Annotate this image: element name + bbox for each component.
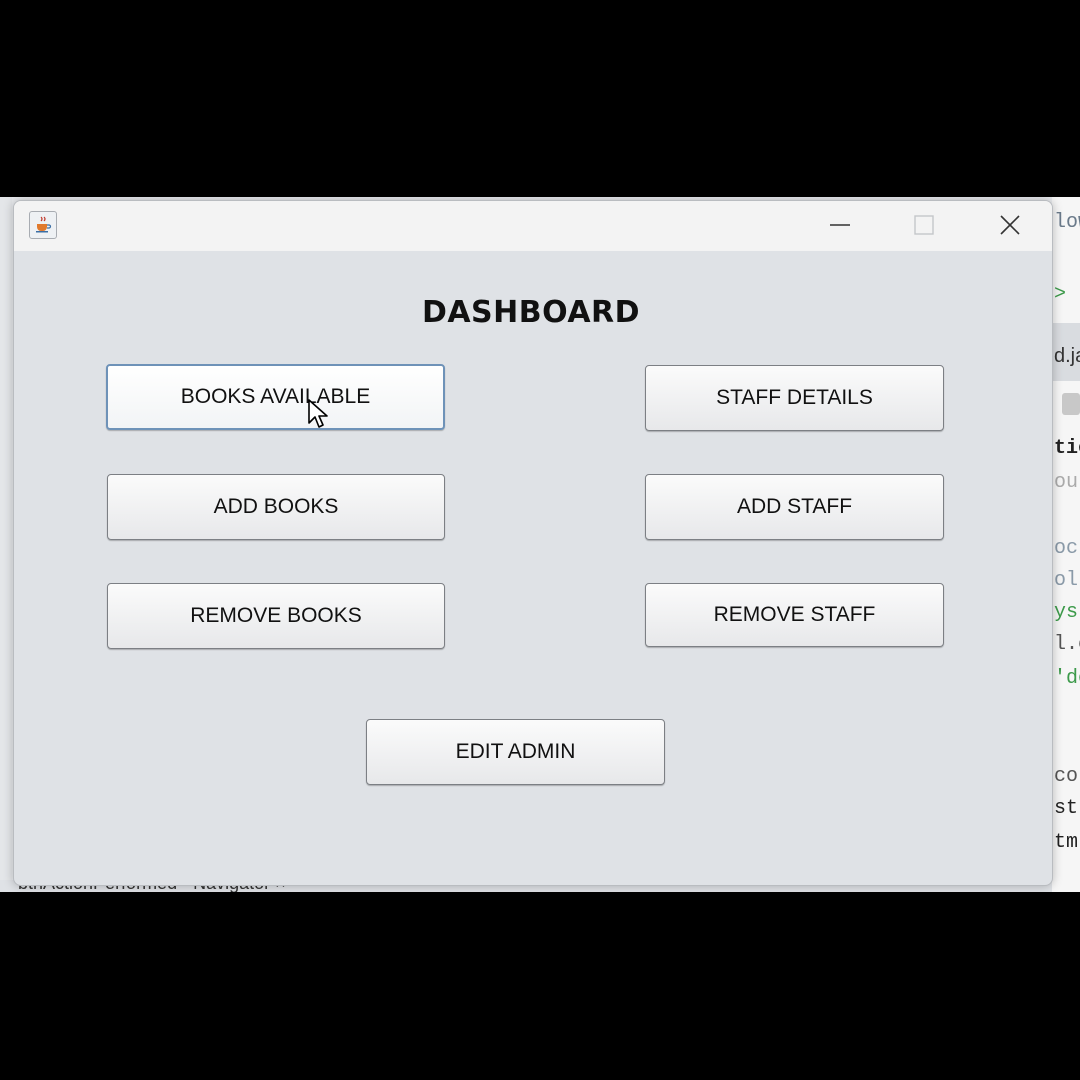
ide-text: 'de (1054, 667, 1080, 690)
ide-toolbar-icon (1062, 393, 1080, 415)
ide-text: tic (1054, 437, 1080, 460)
ide-text: low (1054, 211, 1080, 234)
dashboard-window: DASHBOARD BOOKS AVAILABLE STAFF DETAILS … (13, 200, 1053, 886)
close-button[interactable] (974, 201, 1046, 249)
ide-tab-label: d.ja (1054, 345, 1080, 367)
books-available-button[interactable]: BOOKS AVAILABLE (106, 364, 445, 430)
background-app-edge (0, 197, 12, 892)
ide-text: co (1054, 765, 1079, 788)
remove-staff-button[interactable]: REMOVE STAFF (645, 583, 944, 647)
minimize-button[interactable] (804, 201, 876, 249)
maximize-button[interactable] (888, 201, 960, 249)
maximize-icon (914, 215, 934, 235)
edit-admin-button[interactable]: EDIT ADMIN (366, 719, 665, 785)
page-title: DASHBOARD (421, 295, 641, 330)
title-bar[interactable] (14, 201, 1052, 251)
ide-text: oc (1054, 537, 1079, 560)
ide-text: ou (1054, 471, 1079, 494)
add-staff-button[interactable]: ADD STAFF (645, 474, 944, 540)
ide-text: str (1054, 797, 1080, 820)
ide-text: ys (1054, 601, 1079, 624)
java-cup-icon (29, 211, 57, 239)
ide-text: > (1054, 283, 1067, 306)
staff-details-button[interactable]: STAFF DETAILS (645, 365, 944, 431)
add-books-button[interactable]: ADD BOOKS (107, 474, 445, 540)
remove-books-button[interactable]: REMOVE BOOKS (107, 583, 445, 649)
ide-text: tm (1054, 831, 1079, 854)
ide-text: l.c (1054, 633, 1080, 656)
close-icon (1000, 215, 1020, 235)
ide-text: ol (1054, 569, 1079, 592)
minimize-icon (830, 224, 850, 226)
